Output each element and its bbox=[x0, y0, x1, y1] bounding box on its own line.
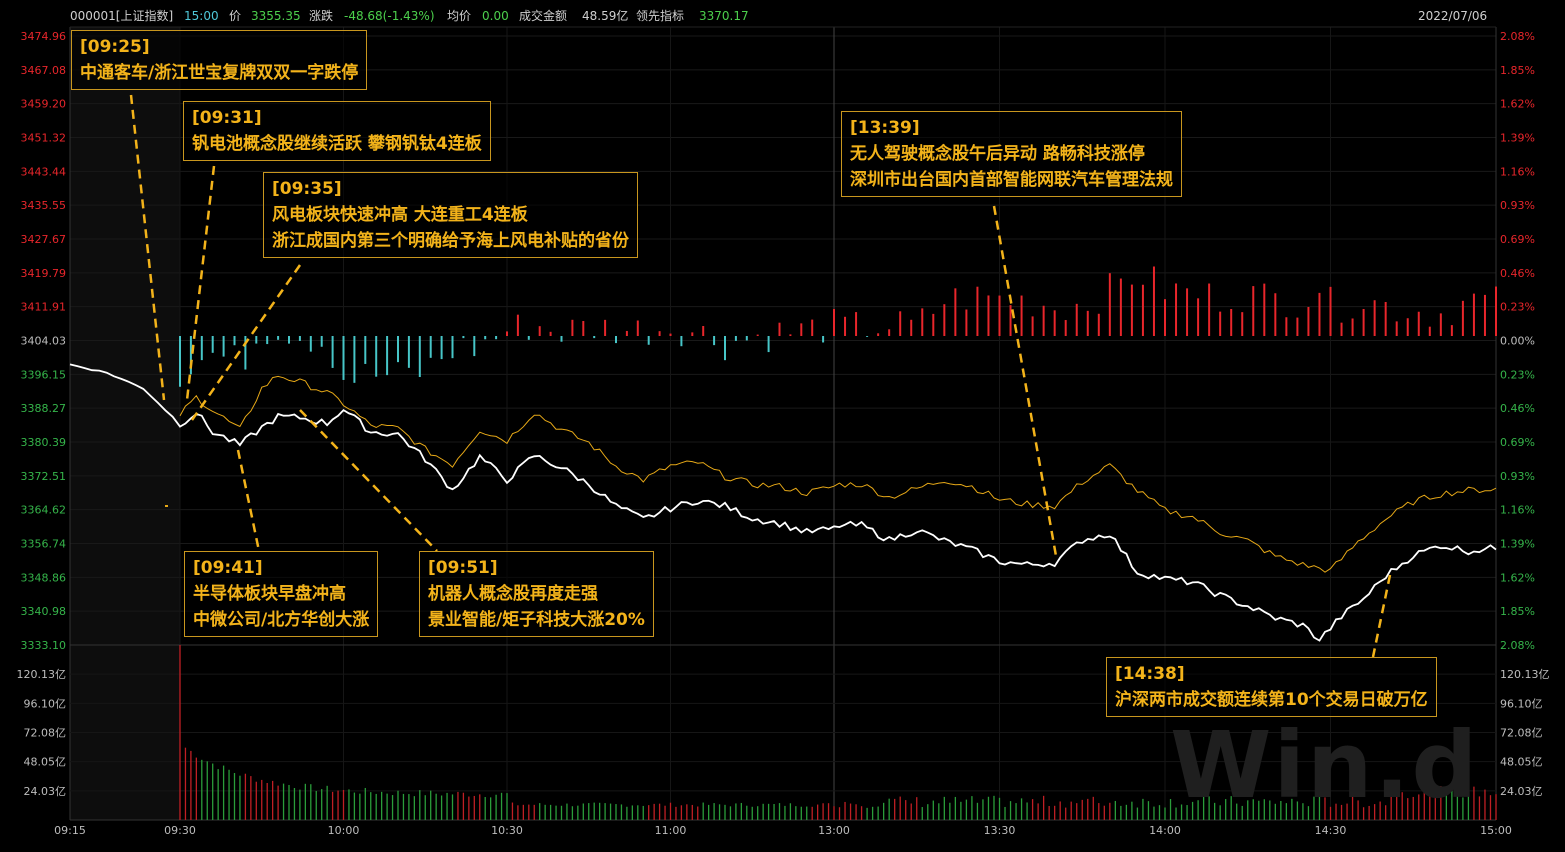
x-tick-label: 11:00 bbox=[655, 824, 687, 837]
pct-tick-label: 1.39% bbox=[1500, 538, 1535, 551]
volume-tick-label: 24.03亿 bbox=[24, 785, 67, 798]
price-tick-label: 3443.44 bbox=[21, 165, 67, 178]
avg-value: 0.00 bbox=[482, 9, 509, 23]
x-tick-label: 09:15 bbox=[54, 824, 86, 837]
price-tick-label: 3396.15 bbox=[21, 368, 67, 381]
pct-tick-label: 0.46% bbox=[1500, 402, 1535, 415]
price-tick-label: 3348.86 bbox=[21, 571, 67, 584]
amount-value: 48.59亿 bbox=[582, 9, 629, 23]
pct-tick-label: 1.16% bbox=[1500, 504, 1535, 517]
price-tick-label: 3340.98 bbox=[21, 605, 67, 618]
index-code: 000001[上证指数] bbox=[70, 9, 174, 23]
pre-market-marker bbox=[165, 505, 168, 507]
trade-date: 2022/07/06 bbox=[1418, 9, 1488, 23]
annotation-0925: [09:25] 中通客车/浙江世宝复牌双双一字跌停 bbox=[71, 30, 368, 90]
pct-tick-label: 0.23% bbox=[1500, 301, 1535, 314]
annotation-text: 钒电池概念股继续活跃 攀钢钒钛4连板 bbox=[192, 134, 482, 154]
quote-time: 15:00 bbox=[184, 9, 219, 23]
annotation-1438: [14:38] 沪深两市成交额连续第10个交易日破万亿 bbox=[1106, 657, 1437, 717]
x-tick-label: 10:30 bbox=[491, 824, 523, 837]
pct-tick-label: 0.69% bbox=[1500, 436, 1535, 449]
lead-label: 领先指标 bbox=[636, 9, 685, 23]
price-tick-label: 3388.27 bbox=[21, 402, 67, 415]
price-tick-label: 3459.20 bbox=[21, 98, 67, 111]
price-tick-label: 3451.32 bbox=[21, 132, 67, 145]
pct-tick-label: 1.62% bbox=[1500, 98, 1535, 111]
volume-tick-label: 120.13亿 bbox=[17, 668, 67, 681]
pct-tick-label: 0.93% bbox=[1500, 470, 1535, 483]
annotation-text: 景业智能/矩子科技大涨20% bbox=[428, 610, 645, 630]
annotation-text: 无人驾驶概念股午后异动 路畅科技涨停 bbox=[850, 144, 1145, 164]
price-tick-label: 3411.91 bbox=[21, 301, 67, 314]
price-tick-label: 3333.10 bbox=[21, 639, 67, 652]
volume-tick-label: 96.10亿 bbox=[1500, 697, 1543, 710]
annotation-time: [09:25] bbox=[80, 37, 150, 57]
x-tick-label: 10:00 bbox=[328, 824, 360, 837]
annotation-text: 风电板块快速冲高 大连重工4连板 bbox=[272, 205, 528, 225]
price-tick-label: 3419.79 bbox=[21, 267, 67, 280]
x-tick-label: 14:30 bbox=[1315, 824, 1347, 837]
volume-tick-label: 72.08亿 bbox=[1500, 727, 1543, 740]
x-tick-label: 14:00 bbox=[1149, 824, 1181, 837]
annotation-time: [09:35] bbox=[272, 179, 342, 199]
annotation-time: [09:41] bbox=[193, 558, 263, 578]
x-tick-label: 15:00 bbox=[1480, 824, 1512, 837]
change-value: -48.68(-1.43%) bbox=[344, 9, 435, 23]
pre-market-area bbox=[70, 27, 180, 820]
x-tick-label: 13:30 bbox=[984, 824, 1016, 837]
annotation-text: 中微公司/北方华创大涨 bbox=[193, 610, 370, 630]
price-label: 价 bbox=[229, 9, 242, 23]
volume-tick-label: 72.08亿 bbox=[24, 727, 67, 740]
amount-label: 成交金额 bbox=[519, 9, 568, 23]
price-value: 3355.35 bbox=[251, 9, 301, 23]
price-tick-label: 3356.74 bbox=[21, 538, 67, 551]
x-tick-label: 09:30 bbox=[164, 824, 196, 837]
volume-tick-label: 24.03亿 bbox=[1500, 785, 1543, 798]
price-tick-label: 3404.03 bbox=[21, 335, 67, 348]
avg-label: 均价 bbox=[447, 9, 472, 23]
pct-tick-label: 1.62% bbox=[1500, 571, 1535, 584]
pct-tick-label: 1.39% bbox=[1500, 132, 1535, 145]
price-tick-label: 3380.39 bbox=[21, 436, 67, 449]
annotation-text: 沪深两市成交额连续第10个交易日破万亿 bbox=[1115, 690, 1428, 710]
annotation-0951: [09:51] 机器人概念股再度走强 景业智能/矩子科技大涨20% bbox=[419, 551, 654, 637]
price-tick-label: 3364.62 bbox=[21, 504, 67, 517]
pct-tick-label: 1.85% bbox=[1500, 605, 1535, 618]
annotation-time: [09:51] bbox=[428, 558, 498, 578]
annotation-0931: [09:31] 钒电池概念股继续活跃 攀钢钒钛4连板 bbox=[183, 101, 491, 161]
price-tick-label: 3372.51 bbox=[21, 470, 67, 483]
volume-tick-label: 120.13亿 bbox=[1500, 668, 1550, 681]
annotation-1339: [13:39] 无人驾驶概念股午后异动 路畅科技涨停 深圳市出台国内首部智能网联… bbox=[841, 111, 1182, 197]
wind-watermark: Win.d bbox=[1170, 712, 1480, 819]
price-tick-label: 3435.55 bbox=[21, 199, 67, 212]
price-tick-label: 3427.67 bbox=[21, 233, 67, 246]
annotation-time: [14:38] bbox=[1115, 664, 1185, 684]
x-tick-label: 13:00 bbox=[818, 824, 850, 837]
lead-value: 3370.17 bbox=[699, 9, 749, 23]
pct-tick-label: 0.23% bbox=[1500, 368, 1535, 381]
annotation-0941: [09:41] 半导体板块早盘冲高 中微公司/北方华创大涨 bbox=[184, 551, 379, 637]
pct-tick-label: 0.00% bbox=[1500, 335, 1535, 348]
annotation-time: [09:31] bbox=[192, 108, 262, 128]
volume-tick-label: 48.05亿 bbox=[1500, 756, 1543, 769]
annotation-0935: [09:35] 风电板块快速冲高 大连重工4连板 浙江成国内第三个明确给予海上风… bbox=[263, 172, 638, 258]
annotation-text: 机器人概念股再度走强 bbox=[428, 584, 598, 604]
pct-tick-label: 0.69% bbox=[1500, 233, 1535, 246]
annotation-text: 深圳市出台国内首部智能网联汽车管理法规 bbox=[850, 170, 1173, 190]
volume-tick-label: 48.05亿 bbox=[24, 756, 67, 769]
price-tick-label: 3467.08 bbox=[21, 64, 67, 77]
annotation-text: 中通客车/浙江世宝复牌双双一字跌停 bbox=[80, 63, 359, 83]
annotation-text: 半导体板块早盘冲高 bbox=[193, 584, 346, 604]
annotation-text: 浙江成国内第三个明确给予海上风电补贴的省份 bbox=[272, 231, 629, 251]
pct-tick-label: 1.85% bbox=[1500, 64, 1535, 77]
volume-tick-label: 96.10亿 bbox=[24, 697, 67, 710]
quote-header: 000001[上证指数] 15:00 价 3355.35 涨跌 -48.68(-… bbox=[0, 0, 1565, 33]
pct-tick-label: 2.08% bbox=[1500, 639, 1535, 652]
pct-tick-label: 0.93% bbox=[1500, 199, 1535, 212]
pct-tick-label: 1.16% bbox=[1500, 165, 1535, 178]
pct-tick-label: 0.46% bbox=[1500, 267, 1535, 280]
annotation-time: [13:39] bbox=[850, 118, 920, 138]
change-label: 涨跌 bbox=[309, 9, 334, 23]
